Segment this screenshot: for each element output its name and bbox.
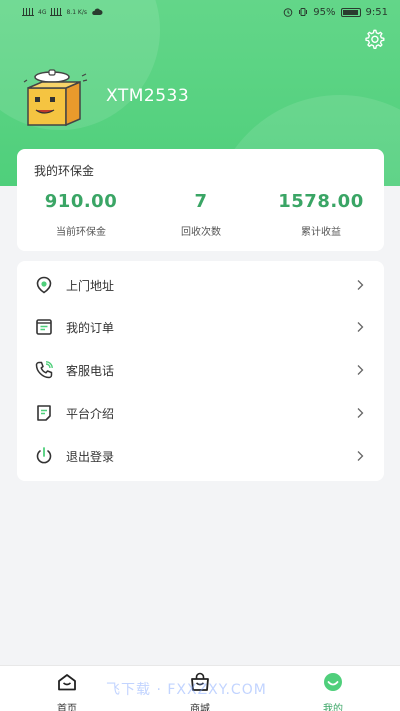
chevron-right-icon: [357, 280, 364, 290]
profile-smile-icon: [324, 673, 342, 691]
chevron-right-icon: [357, 322, 364, 332]
status-left: 4G 8.1 K/s: [22, 8, 103, 16]
chevron-right-icon: [357, 365, 364, 375]
menu-item-label: 上门地址: [66, 278, 115, 293]
signal-icon: [50, 8, 63, 16]
gear-icon[interactable]: [363, 28, 385, 50]
watermark: 飞下载 · FXXZXY.COM: [106, 682, 267, 698]
power-icon: [33, 445, 55, 467]
status-bar: 4G 8.1 K/s 95% 9:51: [0, 0, 400, 24]
tab-label: 我的: [323, 704, 343, 711]
wallet-title: 我的环保金: [34, 164, 95, 178]
location-pin-icon: [33, 274, 55, 296]
menu-item-label: 平台介绍: [66, 406, 115, 421]
avatar[interactable]: [22, 68, 88, 132]
stat-value: 7: [194, 191, 208, 212]
clock: 9:51: [365, 6, 388, 18]
stat-label: 累计收益: [301, 227, 341, 238]
home-icon: [58, 674, 76, 691]
vibrate-icon: [299, 8, 308, 16]
menu-item-orders[interactable]: 我的订单: [17, 306, 384, 348]
tab-label: 商城: [190, 704, 210, 711]
chevron-right-icon: [357, 451, 364, 461]
menu-card: 上门地址 我的订单 客服电话 平台介绍 退出登录: [17, 261, 384, 481]
stat-label: 当前环保金: [56, 227, 106, 238]
status-right: 95% 9:51: [283, 7, 388, 18]
tab-label: 首页: [57, 704, 77, 711]
tab-profile[interactable]: 我的: [303, 672, 363, 711]
stat-value: 910.00: [44, 191, 118, 212]
menu-item-logout[interactable]: 退出登录: [17, 435, 384, 477]
menu-item-label: 客服电话: [66, 363, 115, 378]
stat-current-balance[interactable]: 910.00 当前环保金: [21, 191, 141, 238]
battery-icon: [340, 7, 361, 17]
stat-label: 回收次数: [181, 227, 221, 238]
stat-recycle-count[interactable]: 7 回收次数: [141, 191, 261, 238]
document-icon: [33, 402, 55, 424]
eco-wallet-card: 我的环保金 910.00 当前环保金 7 回收次数 1578.00 累计收益: [17, 149, 384, 251]
alarm-icon: [283, 8, 293, 17]
menu-item-address[interactable]: 上门地址: [17, 264, 384, 306]
signal-icon: [22, 8, 34, 16]
menu-item-platform-intro[interactable]: 平台介绍: [17, 392, 384, 434]
phone-icon: [33, 359, 55, 381]
network-type: 4G: [38, 8, 47, 16]
stat-value: 1578.00: [278, 191, 364, 212]
menu-item-label: 我的订单: [66, 320, 115, 335]
network-speed: 8.1 K/s: [66, 8, 87, 16]
tab-home[interactable]: 首页: [37, 672, 97, 711]
menu-item-label: 退出登录: [66, 449, 115, 464]
battery-percent: 95%: [313, 6, 336, 18]
receipt-icon: [33, 316, 55, 338]
menu-item-customer-service[interactable]: 客服电话: [17, 349, 384, 391]
cloud-icon: [92, 8, 103, 15]
username: XTM2533: [106, 86, 190, 106]
stat-total-earnings[interactable]: 1578.00 累计收益: [261, 191, 381, 238]
chevron-right-icon: [357, 408, 364, 418]
